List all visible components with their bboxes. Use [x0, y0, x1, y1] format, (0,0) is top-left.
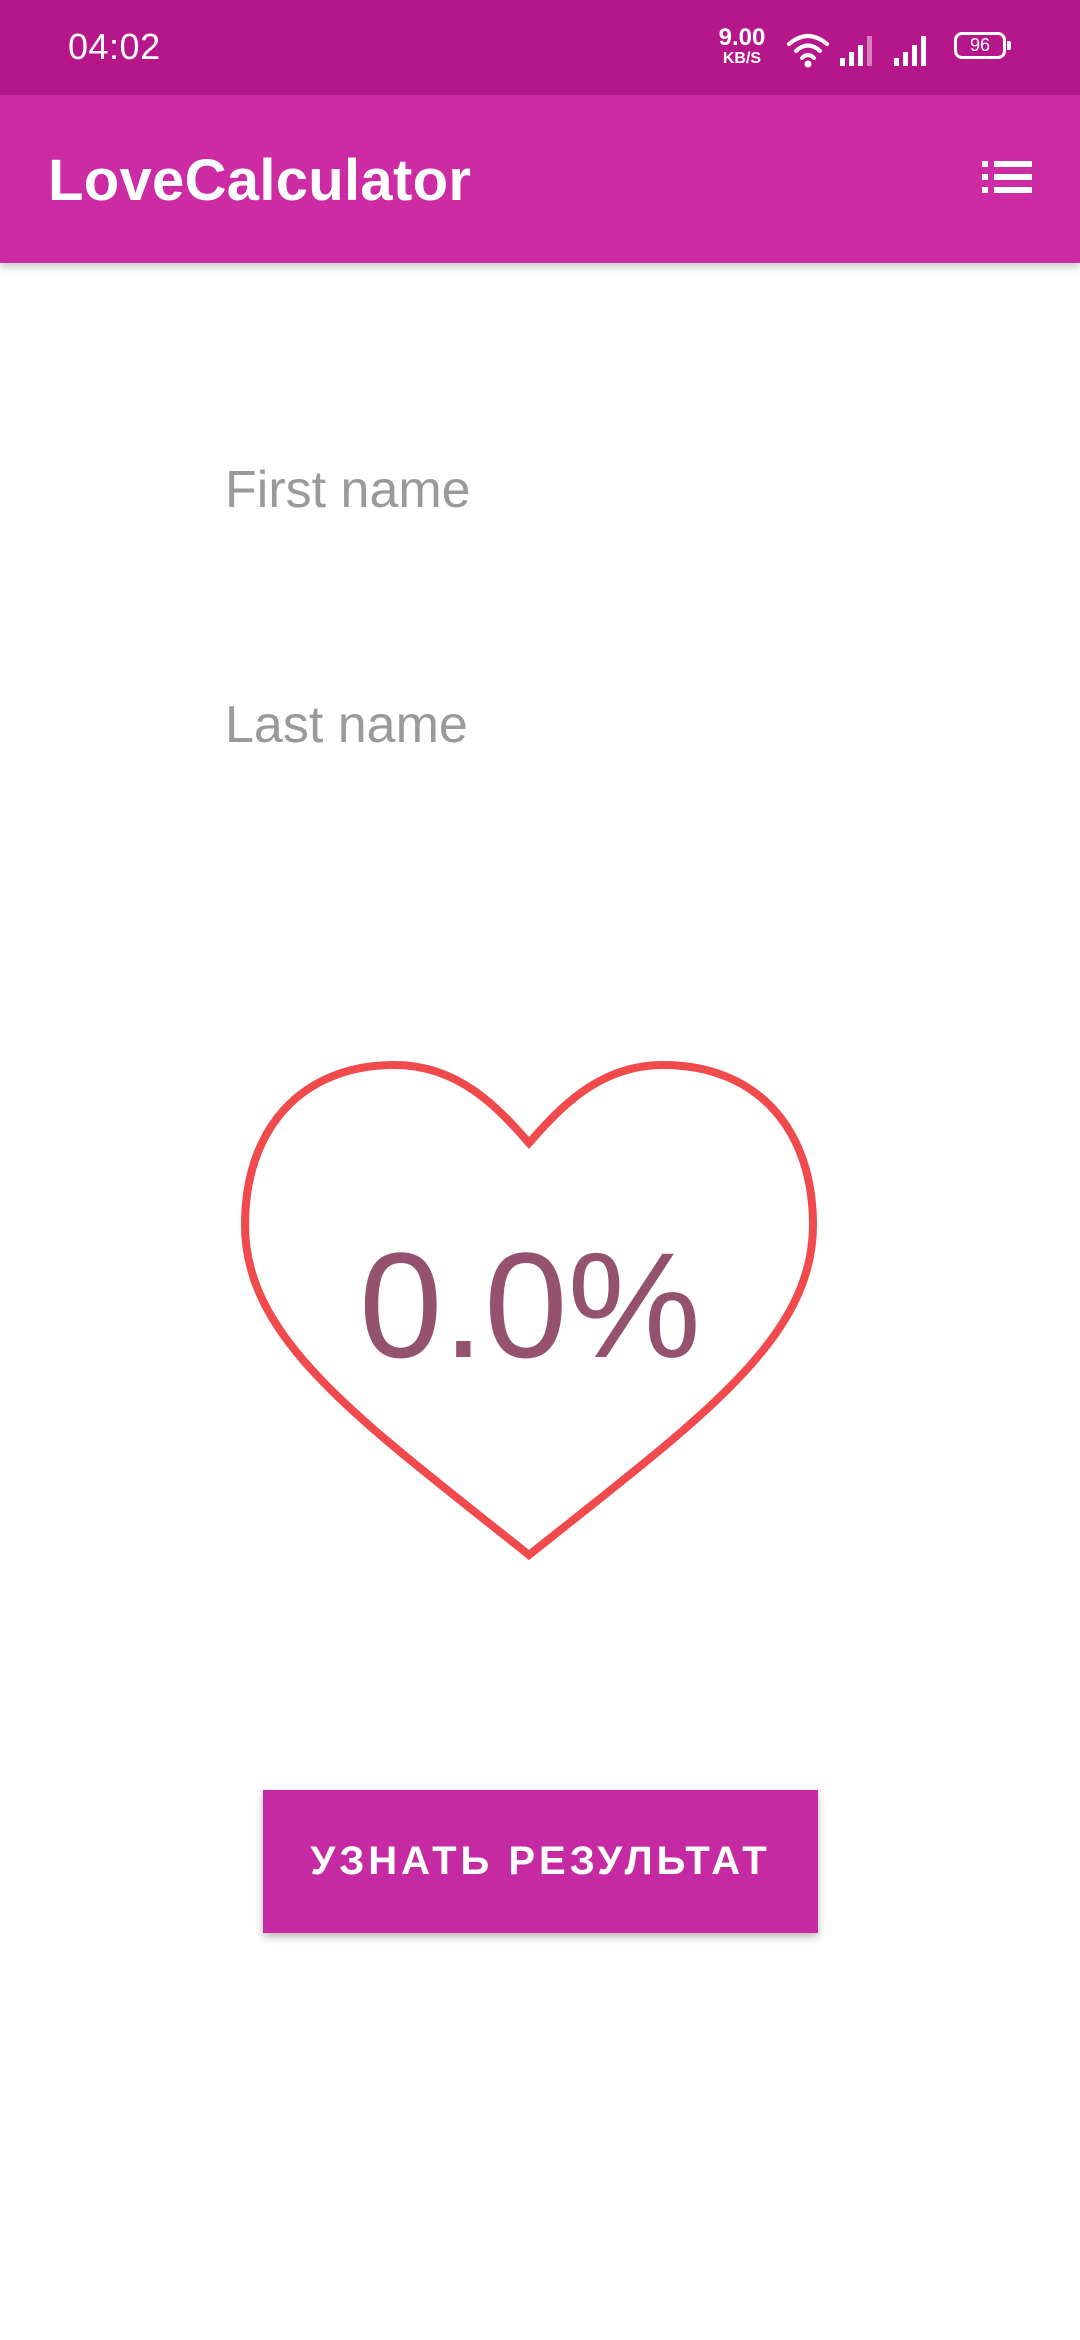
menu-button[interactable] [972, 151, 1042, 211]
network-speed: 9.00 KB/S [712, 26, 772, 67]
wifi-icon [787, 34, 829, 68]
signal-icon [840, 36, 872, 66]
last-name-field[interactable] [225, 685, 925, 765]
network-speed-value: 9.00 [718, 24, 766, 51]
battery-icon: 96 [954, 32, 1011, 59]
battery-level: 96 [969, 35, 991, 55]
first-name-field[interactable] [225, 450, 925, 530]
signal-icon [894, 36, 926, 66]
app-title: LoveCalculator [48, 148, 472, 213]
network-speed-unit: KB/S [722, 50, 762, 67]
status-bar: 04:02 9.00 KB/S 96 [0, 0, 1080, 95]
app-bar: LoveCalculator [0, 95, 1080, 263]
last-name-input[interactable] [225, 685, 925, 765]
first-name-input[interactable] [225, 450, 925, 530]
heart-result: 0.0% [240, 1060, 820, 1570]
list-icon [982, 161, 1032, 193]
love-percentage: 0.0% [359, 1221, 701, 1389]
get-result-button[interactable]: УЗНАТЬ РЕЗУЛЬТАТ [263, 1790, 818, 1933]
status-time: 04:02 [68, 26, 161, 67]
